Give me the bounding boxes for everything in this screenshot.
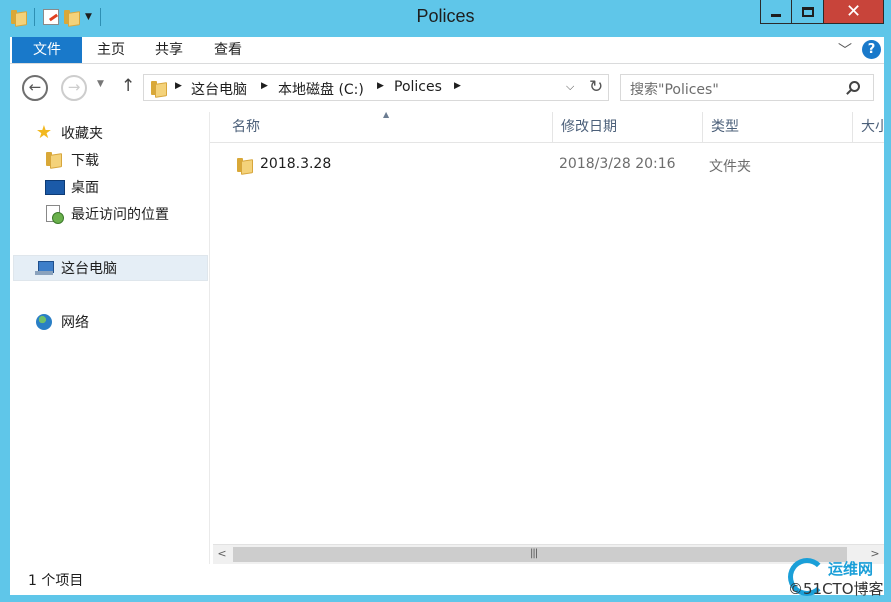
close-button[interactable]: ✕ [824,0,884,24]
navigation-bar: ← → ▼ ↑ ▶ 这台电脑 ▶ 本地磁盘 (C:) ▶ Polices ▶ ⌵… [10,64,884,112]
watermark-en: ©51CTO博客 [788,580,884,598]
column-header-size[interactable]: 大小 [852,112,884,143]
folder-icon [236,157,252,173]
chevron-right-icon[interactable]: ▶ [261,81,268,91]
grip-icon: ||| [530,548,538,559]
back-button[interactable]: ← [22,75,48,101]
minimize-button[interactable] [760,0,792,24]
scrollbar-thumb[interactable]: ||| [233,547,847,562]
breadcrumb-local-disk[interactable]: 本地磁盘 (C:) [278,79,364,99]
search-icon[interactable] [849,81,860,92]
tab-file[interactable]: 文件 [12,37,82,63]
star-icon: ★ [35,122,53,143]
navigation-pane: ★ 收藏夹 下载 桌面 最近访问的位置 这台电脑 网络 [10,112,210,564]
sidebar-item-recent-places[interactable]: 最近访问的位置 [45,201,169,227]
sidebar-item-label: 这台电脑 [61,261,117,277]
sidebar-item-this-pc[interactable]: 这台电脑 [35,255,117,281]
computer-icon [35,259,54,277]
window-title: Polices [416,6,475,26]
help-icon[interactable]: ? [862,40,881,59]
chevron-right-icon[interactable]: ▶ [175,81,182,91]
breadcrumb-this-pc[interactable]: 这台电脑 [191,79,247,99]
sidebar-item-label: 收藏夹 [61,126,103,142]
file-row[interactable]: 2018.3.28 2018/3/28 20:16 文件夹 [224,152,884,178]
watermark: 运维网 ©51CTO博客 [788,556,888,600]
tab-home[interactable]: 主页 [90,37,132,63]
folder-icon [45,151,63,169]
ribbon: 文件 主页 共享 查看 ﹀ ? [10,37,884,64]
sidebar-item-favorites[interactable]: ★ 收藏夹 [35,120,103,146]
file-modified-date: 2018/3/28 20:16 [559,156,676,172]
maximize-icon [801,6,814,17]
file-name: 2018.3.28 [260,156,332,172]
tab-share[interactable]: 共享 [148,37,190,63]
breadcrumb-polices[interactable]: Polices [394,79,442,95]
watermark-cn: 运维网 [828,560,874,578]
horizontal-scrollbar[interactable]: < ||| > [213,544,884,564]
refresh-icon[interactable]: ↻ [589,77,603,97]
up-button[interactable]: ↑ [121,76,135,96]
chevron-down-icon[interactable]: ⌵ [566,80,574,94]
column-header-type[interactable]: 类型 [702,112,852,143]
expand-ribbon-icon[interactable]: ﹀ [838,40,852,60]
scroll-left-icon[interactable]: < [213,545,231,564]
chevron-right-icon[interactable]: ▶ [454,81,461,91]
sidebar-item-label: 下载 [71,153,99,169]
file-type: 文件夹 [709,159,751,175]
recent-places-icon [45,205,64,224]
sidebar-item-network[interactable]: 网络 [35,309,89,335]
tab-view[interactable]: 查看 [207,37,249,63]
sidebar-item-label: 桌面 [71,180,99,196]
network-icon [35,313,53,331]
chevron-right-icon[interactable]: ▶ [377,81,384,91]
item-count: 1 个项目 [28,573,84,589]
forward-button[interactable]: → [61,75,87,101]
address-bar[interactable]: ▶ 这台电脑 ▶ 本地磁盘 (C:) ▶ Polices ▶ ⌵ ↻ [143,74,609,101]
minimize-icon [771,14,781,17]
file-list: ▲ 名称 修改日期 类型 大小 2018.3.28 2018/3/28 20:1… [210,110,884,564]
sidebar-item-desktop[interactable]: 桌面 [45,174,99,200]
search-input[interactable]: 搜索"Polices" [630,79,719,99]
desktop-icon [45,178,65,196]
title-bar: ▼ Polices ✕ [0,0,891,37]
column-header-row: ▲ 名称 修改日期 类型 大小 [210,110,884,143]
folder-icon [150,80,166,96]
sidebar-item-downloads[interactable]: 下载 [45,147,99,173]
recent-locations-icon[interactable]: ▼ [97,79,104,89]
column-header-modified[interactable]: 修改日期 [552,112,702,143]
search-box[interactable]: 搜索"Polices" [620,74,874,101]
maximize-button[interactable] [792,0,824,24]
sidebar-item-label: 网络 [61,315,89,331]
status-bar: 1 个项目 [10,564,884,595]
column-header-name[interactable]: 名称 [224,112,552,143]
close-icon: ✕ [845,0,862,22]
sidebar-item-label: 最近访问的位置 [71,207,169,223]
